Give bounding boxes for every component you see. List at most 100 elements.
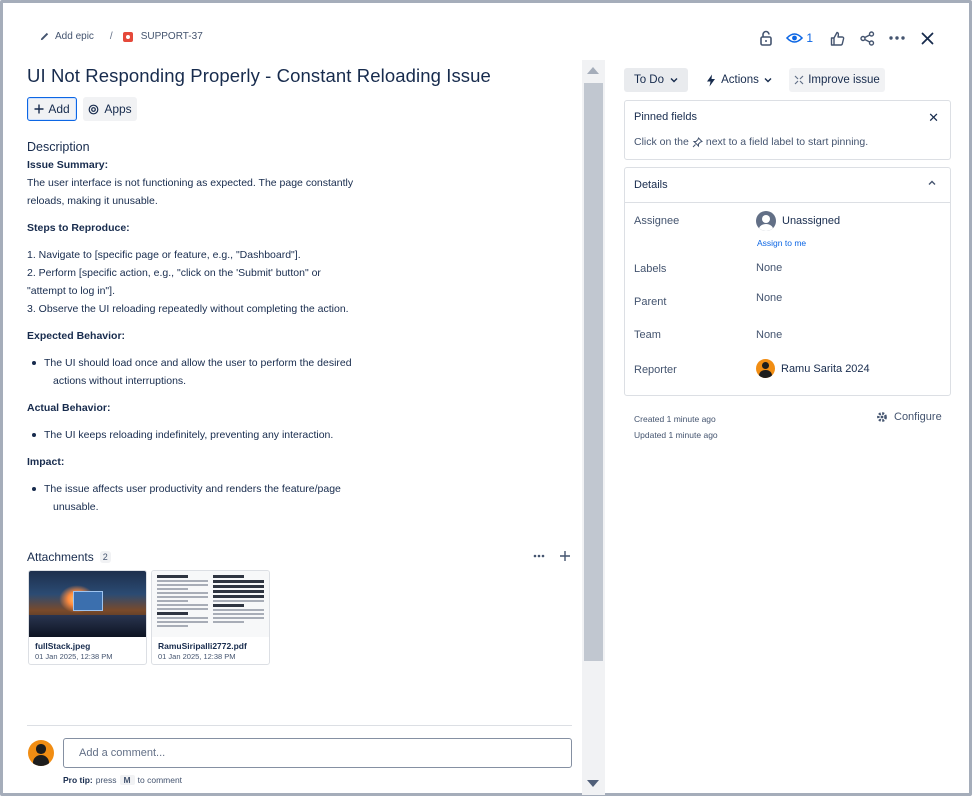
scroll-up-arrow-icon[interactable]	[587, 67, 599, 74]
chevron-down-icon	[764, 78, 772, 83]
reporter-field[interactable]: Ramu Sarita 2024	[756, 359, 870, 378]
plus-icon[interactable]	[559, 549, 571, 563]
assignee-field[interactable]: Unassigned	[756, 211, 840, 231]
close-icon[interactable]: ✕	[928, 110, 939, 126]
lightning-icon	[707, 74, 716, 86]
pencil-icon	[40, 32, 49, 41]
reporter-label: Reporter	[634, 364, 677, 376]
chevron-up-icon[interactable]	[928, 180, 936, 186]
scroll-down-arrow-icon[interactable]	[587, 780, 599, 787]
lock-icon[interactable]	[756, 29, 776, 47]
more-icon[interactable]	[533, 549, 545, 563]
hint-text: next to a field label to start pinning.	[705, 136, 869, 148]
impact-line: The issue affects user productivity and …	[44, 483, 341, 495]
attachment-thumbnail	[152, 571, 269, 637]
attachment-thumbnail	[29, 571, 146, 637]
reporter-value: Ramu Sarita 2024	[781, 362, 870, 375]
status-label: To Do	[633, 74, 665, 86]
configure-button[interactable]: Configure	[876, 411, 942, 423]
expected-line: The UI should load once and allow the us…	[44, 357, 352, 369]
attachment-name: fullStack.jpeg	[35, 641, 91, 651]
eye-icon	[786, 33, 804, 43]
timestamps: Created 1 minute ago Updated 1 minute ag…	[634, 411, 718, 443]
shortcut-key: M	[119, 775, 135, 785]
summary-line: The user interface is not functioning as…	[27, 177, 354, 189]
team-label: Team	[634, 329, 661, 341]
impact-line-continued: unusable.	[53, 501, 99, 513]
add-button[interactable]: Add	[27, 97, 77, 121]
expected-list: The UI should load once and allow the us…	[27, 354, 367, 390]
steps-heading: Steps to Reproduce:	[27, 222, 130, 234]
scrollbar-thumb[interactable]	[584, 83, 603, 661]
top-actions: 1	[756, 29, 937, 47]
actions-label: Actions	[721, 74, 759, 86]
more-icon[interactable]	[887, 29, 907, 47]
actual-line: The UI keeps reloading indefinitely, pre…	[44, 429, 334, 441]
avatar	[28, 740, 54, 766]
comment-input[interactable]: Add a comment...	[63, 738, 572, 768]
watch-count: 1	[806, 31, 813, 45]
pinned-fields-hint: Click on the next to a field label to st…	[634, 136, 868, 148]
attachment-name: RamuSiripalli2772.pdf	[158, 641, 247, 651]
actions-dropdown[interactable]: Actions	[696, 68, 782, 92]
details-panel: Details Assignee Unassigned Assign to me…	[624, 167, 951, 396]
pinned-fields-panel: Pinned fields ✕ Click on the next to a f…	[624, 100, 951, 160]
updated-time: Updated 1 minute ago	[634, 430, 718, 440]
attachment-date: 01 Jan 2025, 12:38 PM	[35, 652, 113, 661]
gear-icon	[877, 412, 887, 422]
close-icon[interactable]	[917, 29, 937, 47]
actual-heading: Actual Behavior:	[27, 402, 111, 414]
step-item: 1. Navigate to [specific page or feature…	[27, 249, 301, 261]
assign-to-me-link[interactable]: Assign to me	[757, 238, 806, 248]
issue-key-link[interactable]: SUPPORT-37	[141, 31, 203, 42]
share-icon[interactable]	[857, 29, 877, 47]
expected-heading: Expected Behavior:	[27, 330, 126, 342]
breadcrumb: Add epic / SUPPORT-37	[39, 31, 203, 42]
attachment-date: 01 Jan 2025, 12:38 PM	[158, 652, 236, 661]
summary-line: reloads, making it unusable.	[27, 195, 158, 207]
labels-label: Labels	[634, 263, 667, 275]
parent-value[interactable]: None	[756, 292, 782, 304]
pro-tip: Pro tip: press M to comment	[63, 775, 182, 785]
step-item: 3. Observe the UI reloading repeatedly w…	[27, 303, 349, 315]
parent-label: Parent	[634, 296, 667, 308]
issue-dialog: Add epic / SUPPORT-37 1 UI Not Respondin…	[0, 0, 972, 796]
assignee-label: Assignee	[634, 215, 680, 227]
configure-label: Configure	[894, 411, 942, 423]
expected-line-continued: actions without interruptions.	[53, 375, 187, 387]
list-item: The UI keeps reloading indefinitely, pre…	[27, 426, 367, 444]
impact-heading: Impact:	[27, 456, 65, 468]
pro-tip-label: Pro tip:	[63, 775, 93, 785]
attachments-tools	[533, 549, 571, 563]
issue-type-icon	[122, 31, 133, 42]
summary-heading: Issue Summary:	[27, 159, 109, 171]
description-section[interactable]: Description Issue Summary: The user inte…	[27, 139, 367, 525]
issue-title[interactable]: UI Not Responding Properly - Constant Re…	[27, 65, 491, 87]
add-epic-link[interactable]: Add epic	[55, 31, 94, 42]
improve-issue-button[interactable]: Improve issue	[789, 68, 885, 92]
watch-button[interactable]: 1	[786, 31, 813, 45]
add-button-label: Add	[48, 102, 70, 116]
step-item: 2. Perform [specific action, e.g., "clic…	[27, 267, 321, 279]
team-value[interactable]: None	[756, 329, 782, 341]
status-dropdown[interactable]: To Do	[624, 68, 688, 92]
plus-icon	[34, 104, 44, 114]
attachment-card[interactable]: RamuSiripalli2772.pdf 01 Jan 2025, 12:38…	[151, 570, 270, 665]
attachment-card[interactable]: fullStack.jpeg 01 Jan 2025, 12:38 PM	[28, 570, 147, 665]
unassigned-avatar-icon	[756, 211, 776, 231]
list-item: The issue affects user productivity and …	[27, 480, 367, 516]
pin-icon	[692, 136, 703, 147]
sparkle-icon	[794, 75, 804, 85]
thumbs-up-icon[interactable]	[827, 29, 847, 47]
avatar	[756, 359, 775, 378]
details-heading[interactable]: Details	[634, 179, 668, 191]
labels-value[interactable]: None	[756, 262, 782, 274]
description-heading: Description	[27, 140, 90, 154]
breadcrumb-separator: /	[109, 31, 113, 42]
apps-button[interactable]: Apps	[83, 97, 137, 121]
created-time: Created 1 minute ago	[634, 414, 716, 424]
step-item-continued: "attempt to log in"].	[27, 285, 115, 297]
apps-button-label: Apps	[104, 102, 132, 116]
improve-issue-label: Improve issue	[808, 74, 880, 86]
list-item: The UI should load once and allow the us…	[27, 354, 367, 390]
